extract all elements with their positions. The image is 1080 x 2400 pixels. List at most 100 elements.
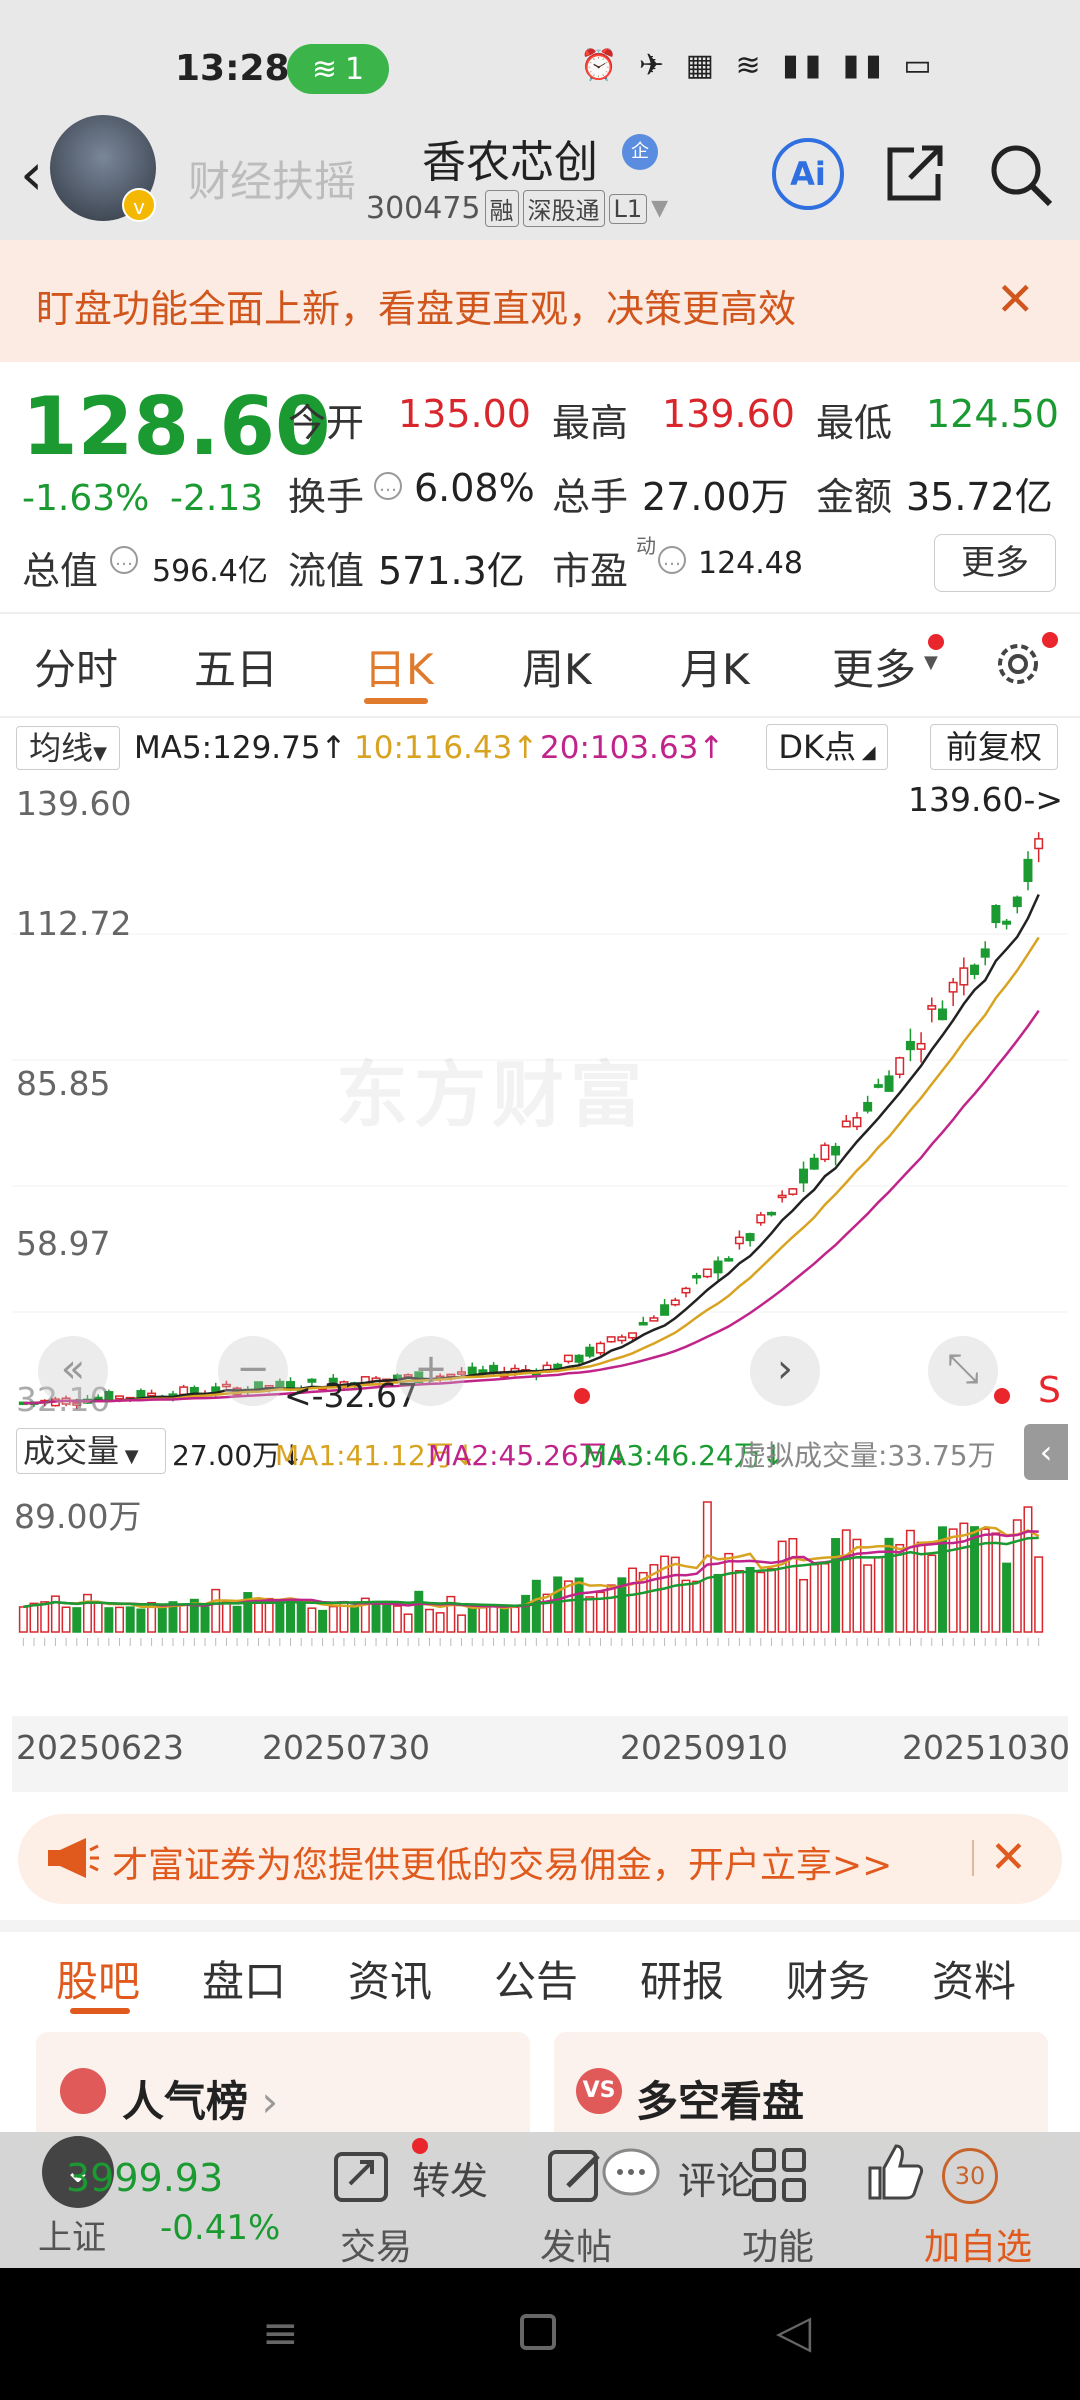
like-count[interactable]: 30	[942, 2148, 998, 2204]
volume-bar	[809, 1563, 819, 1633]
adjust-mode-button[interactable]: 前复权	[930, 724, 1058, 770]
indicator-select[interactable]: 成交量 ▼	[16, 1428, 166, 1474]
notification-dot-icon	[1042, 632, 1058, 648]
candle	[1012, 896, 1022, 908]
zoom-in-button[interactable]: +	[396, 1336, 466, 1406]
event-marker-icon[interactable]	[994, 1388, 1010, 1404]
function-label[interactable]: 功能	[742, 2218, 814, 2270]
volume-bar	[286, 1598, 296, 1633]
volume-bar	[863, 1564, 873, 1633]
trade-label[interactable]: 交易	[340, 2218, 412, 2270]
post-label[interactable]: 发帖	[540, 2218, 612, 2270]
event-marker-icon[interactable]	[574, 1388, 590, 1404]
tab-more[interactable]: 更多	[832, 636, 916, 697]
volume-bar	[873, 1556, 883, 1633]
tab-daily-k[interactable]: 日K	[364, 636, 434, 697]
tab-weekly-k[interactable]: 周K	[522, 636, 592, 697]
fullscreen-icon[interactable]: ⤡	[928, 1336, 998, 1406]
market-cap-label: 总值	[22, 549, 99, 593]
volume-max-label: 89.00万	[14, 1497, 142, 1536]
signal-s-label[interactable]: S	[1038, 1370, 1061, 1411]
candle	[660, 1304, 670, 1316]
chevron-right-icon: ›	[248, 2077, 279, 2126]
candle	[147, 1392, 157, 1397]
high-value: 139.60	[662, 392, 795, 436]
share-icon[interactable]	[884, 140, 948, 204]
comment-button[interactable]: 评论	[678, 2150, 754, 2205]
tag-connect: 深股通	[522, 190, 605, 227]
menu-icon[interactable]: ≡	[262, 2308, 299, 2359]
tab-guba[interactable]: 股吧	[56, 1948, 140, 2009]
stock-code-row[interactable]: 300475 融 深股通 L1 ▼	[366, 190, 668, 227]
collapse-panel-button[interactable]: ‹	[1024, 1424, 1068, 1480]
volume-bar	[745, 1567, 755, 1633]
home-icon[interactable]	[520, 2314, 556, 2350]
stock-name: 香农芯创	[422, 137, 598, 188]
volume-bar	[125, 1606, 135, 1633]
candle	[189, 1386, 199, 1394]
volume-bar	[927, 1554, 937, 1633]
pe-superscript: 动	[636, 534, 656, 558]
volume-bar	[820, 1563, 830, 1633]
volume-bar	[970, 1526, 980, 1633]
tab-news[interactable]: 资讯	[348, 1948, 432, 2009]
divider	[972, 1840, 974, 1876]
tab-research[interactable]: 研报	[640, 1948, 724, 2009]
info-icon[interactable]: …	[110, 546, 138, 574]
more-quote-button[interactable]: 更多	[934, 534, 1056, 592]
candle	[1002, 920, 1012, 925]
candle	[745, 1233, 755, 1242]
amount-value: 35.72亿	[906, 475, 1053, 519]
banner-close-button[interactable]: ✕	[996, 272, 1035, 326]
volume-bar	[724, 1552, 734, 1633]
forward-button[interactable]: 转发	[412, 2150, 488, 2205]
comment-icon[interactable]	[600, 2144, 662, 2206]
ma-select[interactable]: 均线▼	[16, 726, 120, 770]
candle	[606, 1336, 616, 1343]
status-icons: ⏰ ✈ ▦ ≋ ▮▮ ▮▮ ▭	[580, 48, 938, 83]
back-nav-icon[interactable]: ◁	[776, 2304, 811, 2358]
volume-chart[interactable]	[12, 1482, 1068, 1716]
back-icon[interactable]: ‹	[20, 140, 43, 208]
date-label: 20250910	[620, 1728, 788, 1767]
dk-point-button[interactable]: DK点 ◢	[766, 724, 888, 770]
candle	[467, 1366, 477, 1375]
thumbs-up-icon[interactable]	[864, 2140, 926, 2202]
scroll-left-button[interactable]: «	[38, 1336, 108, 1406]
add-favorite-button[interactable]: 加自选	[924, 2218, 1032, 2270]
tab-announcements[interactable]: 公告	[494, 1948, 578, 2009]
tab-monthly-k[interactable]: 月K	[680, 636, 750, 697]
dropdown-icon[interactable]: ▼	[651, 196, 668, 221]
volume-bar	[115, 1606, 125, 1633]
candle	[980, 948, 990, 958]
search-icon[interactable]	[986, 140, 1056, 210]
candle	[734, 1236, 744, 1245]
candle	[809, 1157, 819, 1170]
volume-bar	[435, 1612, 445, 1633]
tab-profile[interactable]: 资料	[932, 1948, 1016, 2009]
volume-bar	[414, 1590, 424, 1633]
trade-icon[interactable]	[332, 2144, 394, 2206]
zoom-out-button[interactable]: −	[218, 1336, 288, 1406]
gear-icon[interactable]	[990, 636, 1046, 692]
volume-bar	[221, 1601, 231, 1633]
info-icon[interactable]: …	[658, 546, 686, 574]
tab-orderbook[interactable]: 盘口	[202, 1948, 286, 2009]
volume-bar	[179, 1603, 189, 1633]
index-name[interactable]: 上证	[38, 2210, 106, 2259]
grid-icon[interactable]	[748, 2144, 810, 2206]
ad-close-button[interactable]: ✕	[990, 1832, 1027, 1883]
tab-financials[interactable]: 财务	[786, 1948, 870, 2009]
float-cap-label: 流值	[288, 549, 365, 593]
candle	[841, 1120, 851, 1128]
scroll-right-button[interactable]: ›	[750, 1336, 820, 1406]
candle	[831, 1145, 841, 1156]
stock-code: 300475	[366, 191, 481, 226]
edit-icon[interactable]	[546, 2144, 608, 2206]
tab-five-day[interactable]: 五日	[194, 636, 278, 697]
tab-intraday[interactable]: 分时	[34, 636, 118, 697]
ai-button[interactable]: Ai	[772, 138, 844, 210]
volume-bar	[895, 1543, 905, 1633]
divider	[0, 716, 1080, 718]
info-icon[interactable]: …	[374, 472, 402, 500]
